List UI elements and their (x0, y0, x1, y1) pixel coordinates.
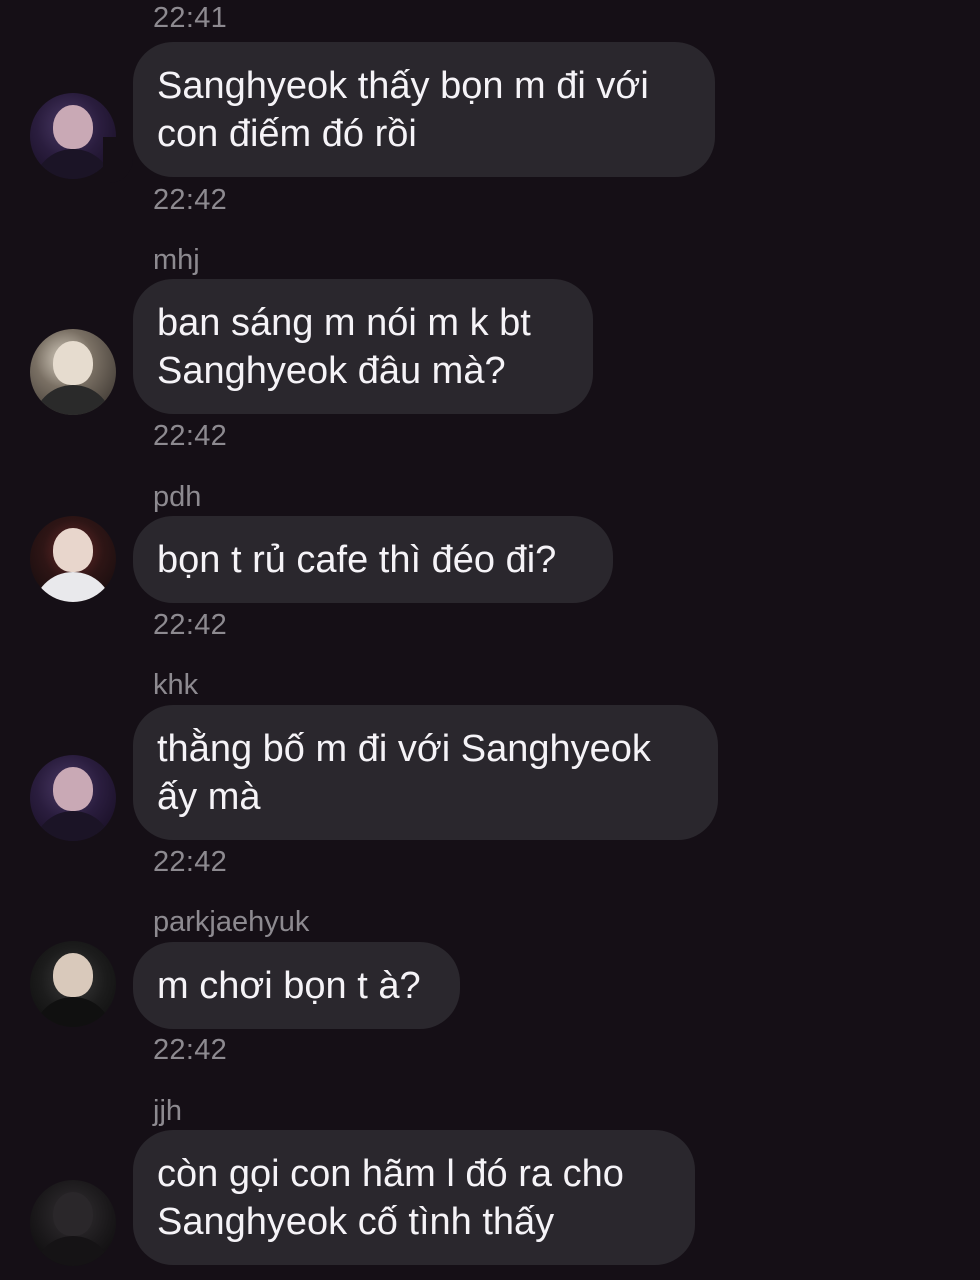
sender-avatar[interactable] (30, 941, 116, 1027)
message-bubble[interactable]: còn gọi con hãm l đó ra cho Sanghyeok cố… (133, 1130, 695, 1265)
sender-avatar[interactable] (30, 1180, 116, 1266)
sender-name[interactable]: jjh (153, 1097, 182, 1126)
message-timestamp: 22:41 (153, 2, 228, 34)
message-text-line: ban sáng m nói m k bt (157, 301, 531, 344)
message-text-line: Sanghyeok đâu mà? (157, 349, 506, 392)
message-text-line: Sanghyeok cố tình thấy (157, 1200, 555, 1243)
message-timestamp: 22:42 (153, 846, 228, 878)
message-timestamp: 22:42 (153, 420, 228, 452)
sender-avatar[interactable] (30, 516, 116, 602)
message-text-line: còn gọi con hãm l đó ra cho (157, 1152, 624, 1195)
message-text-line: Sanghyeok thấy bọn m đi với (157, 64, 649, 107)
message-bubble[interactable]: Sanghyeok thấy bọn m đi với con điếm đó … (103, 42, 715, 183)
message-text-line: con điếm đó rồi (157, 112, 417, 155)
message-bubble[interactable]: bọn t rủ cafe thì đéo đi? (133, 516, 613, 603)
sender-name[interactable]: mhj (153, 246, 200, 275)
message-bubble[interactable]: thằng bố m đi với Sanghyeok ấy mà (133, 705, 718, 840)
sender-name[interactable]: khk (153, 671, 198, 700)
message-text-line: m chơi bọn t à? (157, 964, 421, 1007)
message-timestamp: 22:42 (153, 184, 228, 216)
message-timestamp: 22:42 (153, 609, 228, 641)
sender-name[interactable]: pdh (153, 483, 201, 512)
sender-avatar[interactable] (30, 329, 116, 415)
message-bubble[interactable]: ban sáng m nói m k bt Sanghyeok đâu mà? (133, 279, 593, 414)
chat-thread: 22:41 Sanghyeok thấy bọn m đi với con đi… (0, 0, 980, 1280)
message-text-line: ấy mà (157, 775, 261, 818)
message-bubble[interactable]: m chơi bọn t à? (133, 942, 460, 1029)
sender-avatar[interactable] (30, 755, 116, 841)
message-timestamp: 22:42 (153, 1034, 228, 1066)
message-text-line: bọn t rủ cafe thì đéo đi? (157, 538, 557, 581)
message-text-line: thằng bố m đi với Sanghyeok (157, 727, 651, 770)
sender-name[interactable]: parkjaehyuk (153, 908, 309, 937)
